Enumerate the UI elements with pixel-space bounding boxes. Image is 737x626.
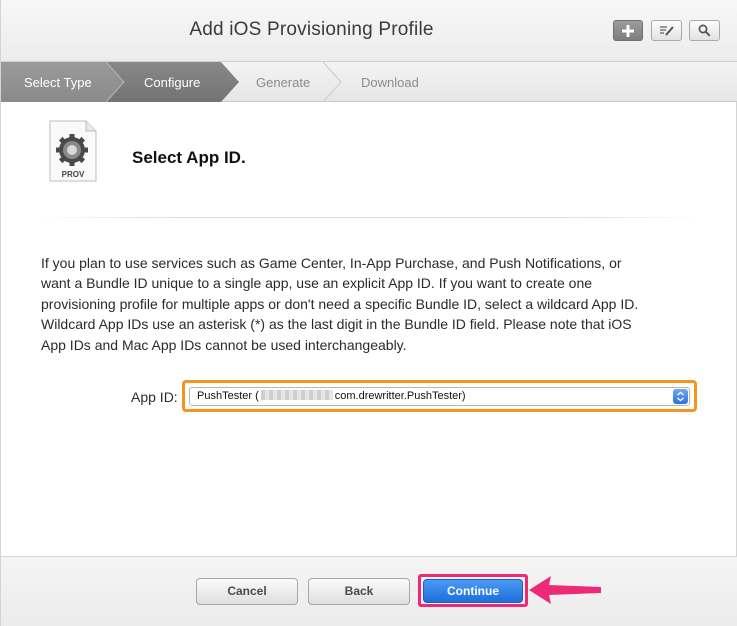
continue-button[interactable]: Continue <box>423 579 523 603</box>
header-bar: Add iOS Provisioning Profile <box>1 0 737 62</box>
app-id-description: If you plan to use services such as Game… <box>41 255 639 353</box>
step-generate: Generate <box>256 75 311 90</box>
step-download: Download <box>361 75 419 90</box>
add-button[interactable] <box>613 20 643 41</box>
prov-label: PROV <box>62 170 85 179</box>
select-arrows-icon[interactable] <box>673 389 688 404</box>
pointer-arrow-icon <box>529 576 601 604</box>
edit-button[interactable] <box>651 20 682 41</box>
search-button[interactable] <box>689 20 720 41</box>
app-id-selected-suffix: com.drewritter.PushTester) <box>334 390 466 402</box>
edit-icon <box>659 25 674 36</box>
step-configure: Configure <box>144 75 201 90</box>
redacted-team-id <box>260 390 333 400</box>
step-divider <box>322 62 342 102</box>
app-id-select[interactable]: PushTester ( com.drewritter.PushTester) <box>189 387 690 406</box>
divider <box>39 217 699 218</box>
cancel-button[interactable]: Cancel <box>196 578 298 605</box>
step-select-type: Select Type <box>24 75 92 90</box>
window: Add iOS Provisioning Profile Select Type… <box>0 0 737 626</box>
search-icon <box>698 24 711 37</box>
step-progress-bar: Select Type Configure Generate Download <box>1 62 737 102</box>
plus-icon <box>622 24 634 37</box>
back-button[interactable]: Back <box>308 578 410 605</box>
app-id-label: App ID: <box>131 389 178 405</box>
section-title: Select App ID. <box>132 148 246 167</box>
page-title: Add iOS Provisioning Profile <box>189 19 434 40</box>
app-id-selected-prefix: PushTester ( <box>197 390 259 402</box>
provisioning-profile-icon: PROV <box>49 120 97 182</box>
